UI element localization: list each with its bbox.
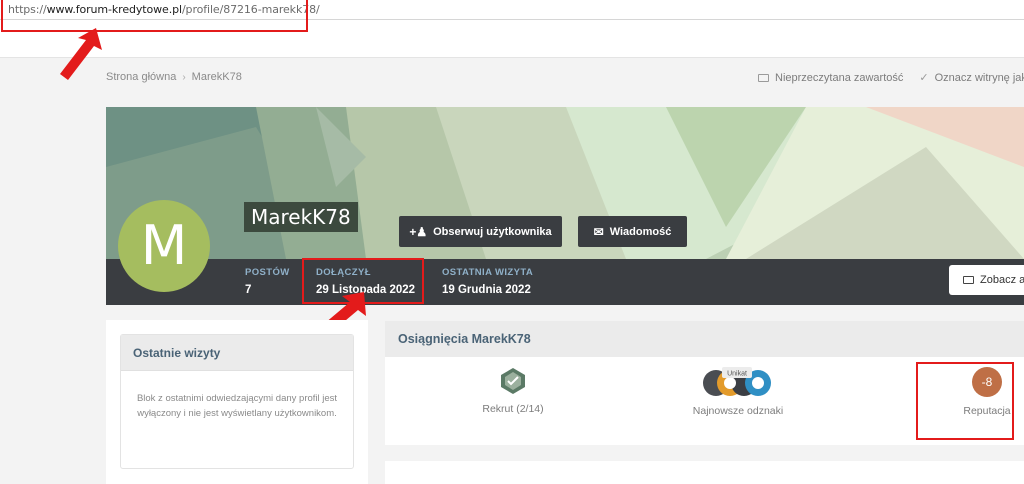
recent-badges-label: Najnowsze odznaki: [692, 405, 784, 417]
rank-item[interactable]: Rekrut (2/14): [473, 367, 553, 415]
avatar[interactable]: M: [118, 200, 210, 292]
unread-content-link[interactable]: Nieprzeczytana zawartość: [758, 71, 903, 84]
add-user-icon: +♟: [409, 224, 428, 239]
breadcrumb: Strona główna › MarekK78: [106, 71, 242, 83]
profile-username: MarekK78: [244, 202, 358, 232]
message-label: Wiadomość: [609, 225, 672, 238]
content-panel: [385, 461, 1024, 484]
view-all-label: Zobacz al: [980, 274, 1024, 286]
rank-label: Rekrut (2/14): [482, 403, 544, 415]
view-all-button[interactable]: Zobacz al: [949, 265, 1024, 295]
breadcrumb-current[interactable]: MarekK78: [192, 71, 242, 83]
cover-photo: [106, 107, 1024, 259]
stat-last-visit: OSTATNIA WIZYTA 19 Grudnia 2022: [442, 267, 533, 296]
recent-visits-card: Ostatnie wizyty Blok z ostatnimi odwiedz…: [120, 334, 354, 469]
arrow-icon: [60, 28, 102, 80]
stat-last-visit-label: OSTATNIA WIZYTA: [442, 267, 534, 278]
recent-badges-item[interactable]: Unikat Najnowsze odznaki: [688, 367, 788, 417]
stat-last-visit-value: 19 Grudnia 2022: [442, 284, 531, 296]
list-icon: [758, 73, 769, 82]
envelope-icon: ✉: [593, 224, 604, 239]
mark-read-label: Oznacz witrynę jak: [934, 71, 1024, 84]
reputation-highlight-box: [916, 362, 1014, 440]
stat-posts-label: POSTÓW: [245, 267, 290, 278]
unread-label: Nieprzeczytana zawartość: [775, 71, 904, 84]
follow-user-button[interactable]: +♟ Obserwuj użytkownika: [399, 216, 562, 247]
profile-stats-bar: POSTÓW 7 DOŁĄCZYŁ 29 Listopada 2022 OSTA…: [106, 259, 1024, 305]
stat-posts: POSTÓW 7: [245, 267, 290, 296]
check-icon: ✓: [919, 72, 929, 84]
mark-read-link[interactable]: ✓ Oznacz witrynę jak: [919, 71, 1024, 85]
chevron-right-icon: ›: [182, 71, 186, 83]
stat-posts-value: 7: [245, 284, 252, 296]
unique-tag: Unikat: [727, 371, 747, 378]
recent-visits-text: Blok z ostatnimi odwiedzającymi dany pro…: [136, 393, 338, 419]
url-highlight-box: [1, 0, 308, 32]
message-button[interactable]: ✉ Wiadomość: [578, 216, 687, 247]
recent-visits-title: Ostatnie wizyty: [121, 335, 353, 371]
list-icon: [963, 276, 974, 284]
top-links: Nieprzeczytana zawartość ✓ Oznacz witrynę…: [758, 71, 1024, 84]
achievements-title: Osiągnięcia MarekK78: [385, 321, 1024, 357]
rank-badge-icon: [501, 368, 525, 394]
breadcrumb-home[interactable]: Strona główna: [106, 71, 176, 83]
recent-visits-panel: Ostatnie wizyty Blok z ostatnimi odwiedz…: [106, 320, 368, 484]
badges-icon: Unikat: [703, 367, 771, 396]
follow-user-label: Obserwuj użytkownika: [433, 225, 552, 238]
